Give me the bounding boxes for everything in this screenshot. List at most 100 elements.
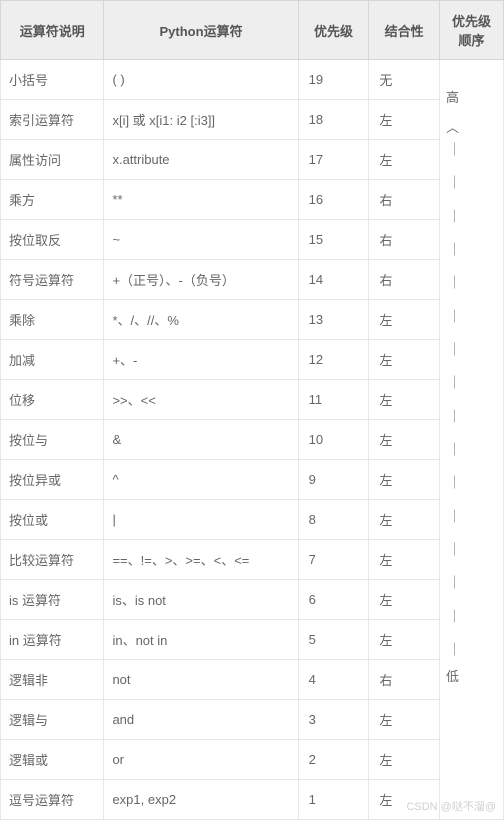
cell-python: x[i] 或 x[i1: i2 [:i3]] [104, 100, 298, 140]
cell-desc: 小括号 [1, 60, 104, 100]
header-order: 优先级顺序 [440, 1, 504, 60]
dash-segment: ｜ [448, 240, 461, 260]
cell-python: not [104, 660, 298, 700]
dash-segment: ｜ [448, 440, 461, 460]
cell-assoc: 左 [369, 740, 440, 780]
dash-segment: ｜ [448, 607, 461, 627]
cell-python: ** [104, 180, 298, 220]
cell-priority: 7 [298, 540, 369, 580]
cell-desc: 逻辑或 [1, 740, 104, 780]
cell-desc: 按位与 [1, 420, 104, 460]
dash-segment: ｜ [448, 373, 461, 393]
cell-desc: 乘方 [1, 180, 104, 220]
table-row: 按位或|8左 [1, 500, 504, 540]
cell-python: in、not in [104, 620, 298, 660]
table-row: 乘除*、/、//、%13左 [1, 300, 504, 340]
cell-desc: 比较运算符 [1, 540, 104, 580]
cell-assoc: 左 [369, 500, 440, 540]
cell-assoc: 左 [369, 620, 440, 660]
cell-desc: 逻辑与 [1, 700, 104, 740]
table-row: 符号运算符+（正号）、-（负号）14右 [1, 260, 504, 300]
dash-segment: ｜ [448, 273, 461, 293]
cell-priority: 9 [298, 460, 369, 500]
cell-desc: is 运算符 [1, 580, 104, 620]
dash-segment: ｜ [448, 207, 461, 227]
dash-segment: ｜ [448, 307, 461, 327]
cell-desc: 索引运算符 [1, 100, 104, 140]
cell-desc: 加减 [1, 340, 104, 380]
cell-python: +、- [104, 340, 298, 380]
table-row: 乘方**16右 [1, 180, 504, 220]
cell-order: 高︿｜｜｜｜｜｜｜｜｜｜｜｜｜｜｜｜低 [440, 60, 504, 820]
cell-desc: 按位取反 [1, 220, 104, 260]
cell-priority: 18 [298, 100, 369, 140]
order-high-label: 高 [446, 86, 459, 109]
cell-python: >>、<< [104, 380, 298, 420]
cell-assoc: 右 [369, 660, 440, 700]
dash-segment: ｜ [448, 573, 461, 593]
header-desc: 运算符说明 [1, 1, 104, 60]
dash-segment: ｜ [448, 507, 461, 527]
cell-python: or [104, 740, 298, 780]
cell-desc: 乘除 [1, 300, 104, 340]
table-row: 逻辑或or2左 [1, 740, 504, 780]
cell-priority: 19 [298, 60, 369, 100]
cell-priority: 13 [298, 300, 369, 340]
cell-assoc: 左 [369, 380, 440, 420]
cell-assoc: 左 [369, 540, 440, 580]
cell-priority: 12 [298, 340, 369, 380]
cell-priority: 3 [298, 700, 369, 740]
operator-precedence-table: 运算符说明 Python运算符 优先级 结合性 优先级顺序 小括号( )19无高… [0, 0, 504, 820]
dash-segment: ｜ [448, 473, 461, 493]
table-row: 加减+、-12左 [1, 340, 504, 380]
cell-python: is、is not [104, 580, 298, 620]
cell-priority: 14 [298, 260, 369, 300]
table-header-row: 运算符说明 Python运算符 优先级 结合性 优先级顺序 [1, 1, 504, 60]
cell-python: | [104, 500, 298, 540]
cell-python: and [104, 700, 298, 740]
header-assoc: 结合性 [369, 1, 440, 60]
table-wrapper: 运算符说明 Python运算符 优先级 结合性 优先级顺序 小括号( )19无高… [0, 0, 504, 820]
cell-priority: 1 [298, 780, 369, 820]
header-python: Python运算符 [104, 1, 298, 60]
cell-python: exp1, exp2 [104, 780, 298, 820]
table-row: 小括号( )19无高︿｜｜｜｜｜｜｜｜｜｜｜｜｜｜｜｜低 [1, 60, 504, 100]
cell-desc: 符号运算符 [1, 260, 104, 300]
cell-assoc: 右 [369, 180, 440, 220]
order-low-label: 低 [446, 665, 459, 688]
table-row: 按位异或^9左 [1, 460, 504, 500]
dash-segment: ｜ [448, 340, 461, 360]
cell-assoc: 右 [369, 260, 440, 300]
header-priority: 优先级 [298, 1, 369, 60]
cell-assoc: 左 [369, 300, 440, 340]
table-row: 按位取反~15右 [1, 220, 504, 260]
cell-desc: 逗号运算符 [1, 780, 104, 820]
dash-segment: ｜ [448, 640, 461, 660]
cell-python: x.attribute [104, 140, 298, 180]
table-row: 按位与&10左 [1, 420, 504, 460]
table-row: 位移>>、<<11左 [1, 380, 504, 420]
cell-assoc: 左 [369, 340, 440, 380]
cell-priority: 2 [298, 740, 369, 780]
table-row: 比较运算符==、!=、>、>=、<、<=7左 [1, 540, 504, 580]
cell-desc: 属性访问 [1, 140, 104, 180]
cell-assoc: 左 [369, 100, 440, 140]
cell-priority: 15 [298, 220, 369, 260]
cell-desc: in 运算符 [1, 620, 104, 660]
order-dash-line: ｜｜｜｜｜｜｜｜｜｜｜｜｜｜｜｜ [448, 140, 461, 660]
cell-desc: 按位异或 [1, 460, 104, 500]
cell-python: & [104, 420, 298, 460]
table-row: 逗号运算符exp1, exp21左 [1, 780, 504, 820]
cell-priority: 11 [298, 380, 369, 420]
cell-assoc: 右 [369, 220, 440, 260]
cell-python: ^ [104, 460, 298, 500]
cell-python: +（正号）、-（负号） [104, 260, 298, 300]
cell-priority: 17 [298, 140, 369, 180]
cell-priority: 10 [298, 420, 369, 460]
dash-segment: ｜ [448, 140, 461, 160]
cell-assoc: 无 [369, 60, 440, 100]
cell-priority: 16 [298, 180, 369, 220]
dash-segment: ｜ [448, 407, 461, 427]
table-row: in 运算符in、not in5左 [1, 620, 504, 660]
cell-assoc: 左 [369, 460, 440, 500]
